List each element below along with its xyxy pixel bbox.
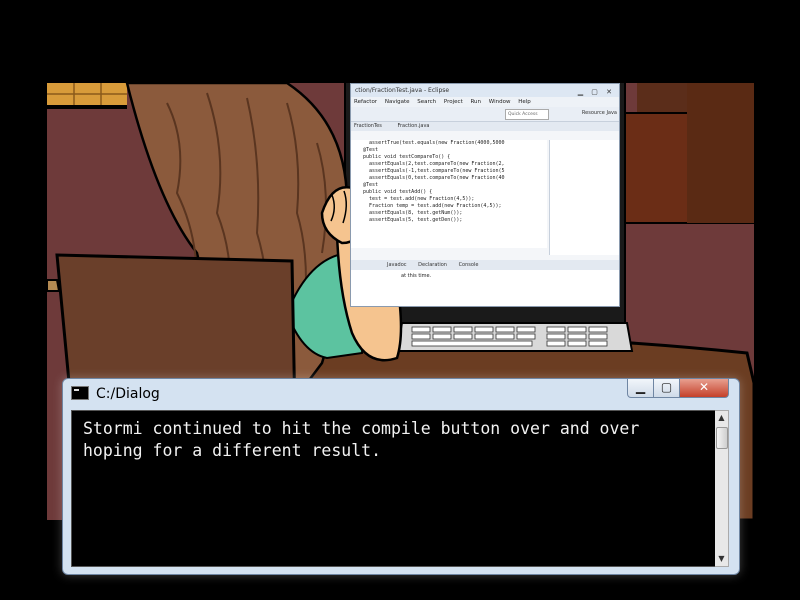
code-line: assertEquals(8, test.getNum()); [357, 210, 463, 216]
console-tabs: Javadoc Declaration Console [351, 260, 619, 270]
perspective-java: Java [606, 110, 617, 116]
close-button[interactable]: ✕ [679, 379, 729, 398]
tab-console: Console [458, 262, 479, 268]
code-line: assertTrue(test.equals(new Fraction(4000… [357, 140, 505, 146]
window-tiles [47, 83, 127, 109]
perspective-resource: Resource [581, 110, 605, 116]
eclipse-title: ction/FractionTest.java - Eclipse [355, 87, 450, 94]
scroll-down-arrow-icon[interactable]: ▼ [715, 552, 728, 566]
console-output: at this time. [351, 270, 619, 306]
scroll-up-arrow-icon[interactable]: ▲ [715, 411, 728, 425]
code-line: assertEquals(-1,test.compareTo(new Fract… [357, 168, 505, 174]
code-line: Fraction temp = test.add(new Fraction(4,… [357, 203, 502, 209]
code-line: @Test [357, 147, 379, 153]
editor-tabs: FractionTes Fraction.java [351, 122, 619, 131]
outline-panel [549, 140, 619, 255]
dialog-title: C:/Dialog [96, 386, 160, 402]
dialog-text: Stormi continued to hit the compile butt… [83, 419, 640, 460]
eclipse-menu-window: Window [488, 99, 511, 105]
code-line: assertEquals(5, test.getDen()); [357, 217, 463, 223]
eclipse-titlebar: ction/FractionTest.java - Eclipse ▁ ▢ ✕ [351, 84, 619, 97]
maximize-button[interactable]: ▢ [653, 379, 680, 398]
code-line: public void testCompareTo() { [357, 154, 451, 160]
eclipse-menu-project: Project [443, 99, 463, 105]
tab-javadoc: Javadoc [387, 262, 407, 268]
code-line: assertEquals(2,test.compareTo(new Fracti… [357, 161, 505, 167]
eclipse-menu-refactor: Refactor [354, 99, 378, 105]
dialog-console[interactable]: Stormi continued to hit the compile butt… [71, 410, 717, 567]
eclipse-menu-help: Help [518, 99, 531, 105]
minimize-button[interactable]: ▁ [627, 379, 654, 398]
dialog-titlebar: C:/Dialog [71, 383, 160, 405]
code-line: public void testAdd() { [357, 189, 433, 195]
code-line: @Test [357, 182, 379, 188]
editor-tab-fraction: Fraction.java [397, 123, 430, 129]
code-line: assertEquals(0,test.compareTo(new Fracti… [357, 175, 505, 181]
command-prompt-icon [71, 386, 89, 400]
laptop-keyboard [395, 322, 634, 352]
eclipse-window-buttons: ▁ ▢ ✕ [577, 88, 615, 96]
quick-access-field: Quick Access [505, 109, 549, 120]
eclipse-window: ction/FractionTest.java - Eclipse ▁ ▢ ✕ … [350, 83, 620, 307]
editor-tab-fractiontest: FractionTes [354, 123, 382, 129]
eclipse-menu-search: Search [417, 99, 437, 105]
dialog-scrollbar[interactable]: ▲ ▼ [715, 410, 729, 567]
eclipse-menu-run: Run [470, 99, 482, 105]
code-line: test = test.add(new Fraction(4,5)); [357, 196, 475, 202]
dialog-window: C:/Dialog ▁ ▢ ✕ Stormi continued to hit … [62, 378, 740, 575]
scroll-thumb[interactable] [716, 427, 728, 449]
eclipse-menu-navigate: Navigate [384, 99, 410, 105]
code-editor: assertTrue(test.equals(new Fraction(4000… [351, 140, 547, 248]
perspective-switcher: Resource Java [582, 109, 617, 118]
eclipse-toolbar: Quick Access Resource Java [351, 107, 619, 122]
tab-declaration: Declaration [418, 262, 447, 268]
